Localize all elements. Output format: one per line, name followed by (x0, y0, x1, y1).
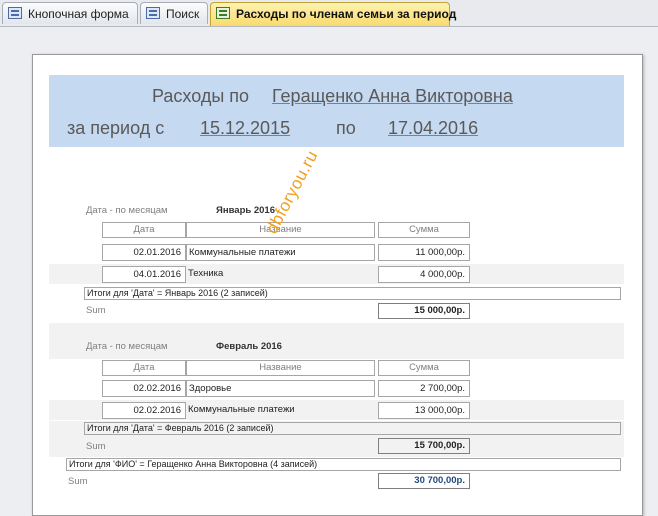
tab-label: Кнопочная форма (28, 7, 129, 21)
member-sum-label: Sum (68, 476, 88, 487)
table-row: 02.02.2016 Здоровье 2 700,00р. (49, 378, 624, 398)
date-to: 17.04.2016 (388, 118, 479, 138)
cell-sum: 11 000,00р. (378, 244, 470, 261)
group-month: Январь 2016 (216, 205, 275, 216)
cell-name: Здоровье (186, 380, 375, 397)
group-summary: Итоги для 'Дата' = Январь 2016 (2 записе… (84, 287, 621, 300)
column-header-sum: Сумма (378, 222, 470, 238)
table-row: 04.01.2016 Техника 4 000,00р. (49, 264, 624, 284)
cell-name: Коммунальные платежи (186, 244, 375, 261)
group-summary: Итоги для 'Дата' = Февраль 2016 (2 запис… (84, 422, 621, 435)
sum-label: Sum (86, 441, 106, 452)
column-header-name: Название (186, 360, 375, 376)
cell-name: Коммунальные платежи (188, 404, 295, 415)
column-header-date: Дата (102, 360, 186, 376)
date-from: 15.12.2015 (200, 118, 291, 138)
table-row: 02.02.2016 Коммунальные платежи 13 000,0… (49, 400, 624, 420)
form-icon (8, 7, 22, 19)
cell-date: 02.01.2016 (102, 244, 186, 261)
period-to-label: по (336, 118, 356, 138)
group-label: Дата - по месяцам (86, 205, 168, 216)
period-from-label: за период с (67, 118, 165, 138)
cell-date: 04.01.2016 (102, 266, 186, 283)
member-summary: Итоги для 'ФИО' = Геращенко Анна Викторо… (66, 458, 621, 471)
group-total: 15 000,00р. (378, 303, 470, 319)
member-total: 30 700,00р. (378, 473, 470, 489)
column-header-date: Дата (102, 222, 186, 238)
sum-label: Sum (86, 305, 106, 316)
tab-label: Поиск (166, 7, 200, 21)
member-name: Геращенко Анна Викторовна (272, 86, 513, 106)
tab-main-menu-form[interactable]: Кнопочная форма (2, 2, 138, 24)
report-icon (216, 7, 230, 19)
group-label: Дата - по месяцам (86, 341, 168, 352)
cell-date: 02.02.2016 (102, 402, 186, 419)
document-tab-bar: Кнопочная форма Поиск Расходы по членам … (0, 0, 658, 27)
column-header-sum: Сумма (378, 360, 470, 376)
cell-sum: 2 700,00р. (378, 380, 470, 397)
tab-search[interactable]: Поиск (140, 2, 208, 24)
group-month: Февраль 2016 (216, 341, 282, 352)
cell-date: 02.02.2016 (102, 380, 186, 397)
group-total: 15 700,00р. (378, 438, 470, 454)
tab-label: Расходы по членам семьи за период (236, 7, 457, 21)
tab-expenses-report[interactable]: Расходы по членам семьи за период (210, 2, 456, 26)
cell-name: Техника (188, 268, 224, 279)
report-title: Расходы по (152, 86, 250, 106)
cell-sum: 4 000,00р. (378, 266, 470, 283)
table-row: 02.01.2016 Коммунальные платежи 11 000,0… (49, 242, 624, 262)
form-icon (146, 7, 160, 19)
cell-sum: 13 000,00р. (378, 402, 470, 419)
